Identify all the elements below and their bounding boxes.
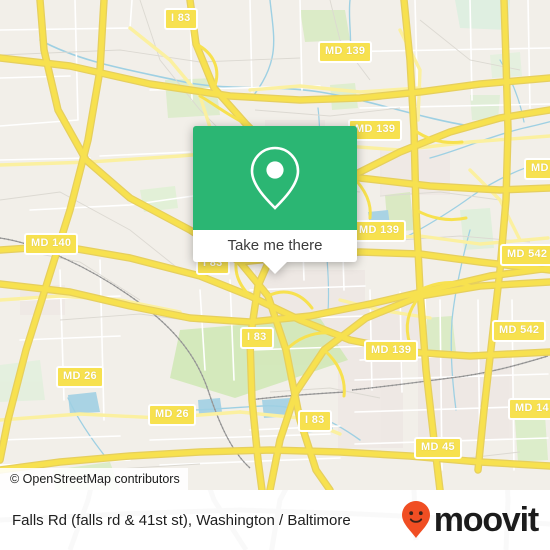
shield-label: MD 542 — [492, 320, 547, 342]
popup-header — [193, 126, 357, 230]
moovit-wordmark: moovit — [433, 501, 539, 539]
shield-label: I 83 — [240, 327, 274, 349]
shield-label: MD 14 — [508, 398, 550, 420]
station-title: Falls Rd (falls rd & 41st st), Washingto… — [12, 511, 351, 529]
moovit-logo[interactable]: moovit — [401, 500, 539, 540]
popup-pointer-tail — [263, 262, 287, 274]
map-attribution[interactable]: © OpenStreetMap contributors — [0, 468, 188, 490]
shield-label: MD 26 — [56, 366, 104, 388]
station-popup-card[interactable]: Take me there — [193, 126, 357, 274]
shield-label: MD 26 — [148, 404, 196, 426]
shield-label: MD 139 — [364, 340, 419, 362]
shield-label: MD 45 — [414, 437, 462, 459]
shield-label: I 83 — [164, 8, 198, 30]
page-footer: Falls Rd (falls rd & 41st st), Washingto… — [0, 490, 550, 550]
shield-label: MD 542 — [500, 244, 550, 266]
take-me-there-label: Take me there — [227, 237, 323, 254]
moovit-station-map-page: .road-major { stroke:#f7e14f; stroke-lin… — [0, 0, 550, 550]
moovit-pin-icon — [401, 501, 430, 538]
shield-label: MD 139 — [352, 220, 407, 242]
attribution-text: © OpenStreetMap contributors — [10, 472, 180, 486]
shield-label: MD 139 — [318, 41, 373, 63]
shield-label: MD 5 — [524, 158, 550, 180]
map-pin-icon — [250, 146, 300, 210]
take-me-there-button[interactable]: Take me there — [193, 230, 357, 262]
shield-label: MD 140 — [24, 233, 79, 255]
map-canvas[interactable]: .road-major { stroke:#f7e14f; stroke-lin… — [0, 0, 550, 490]
shield-label: I 83 — [298, 410, 332, 432]
